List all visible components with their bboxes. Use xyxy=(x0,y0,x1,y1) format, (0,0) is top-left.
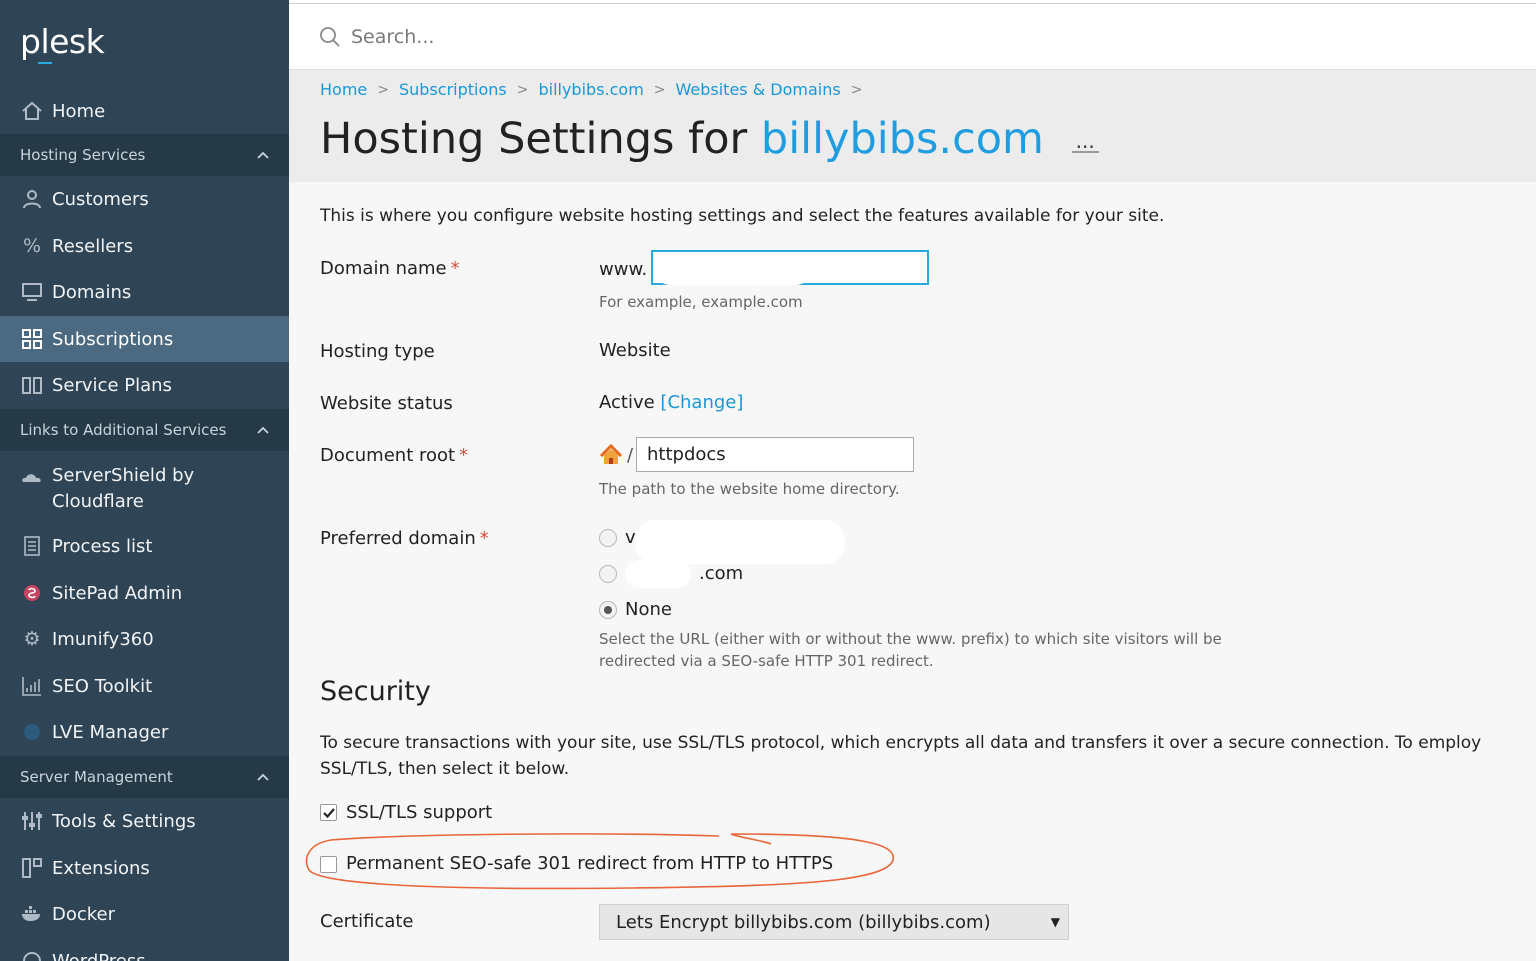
preferred-domain-hint: Select the URL (either with or without t… xyxy=(599,630,1222,670)
sidebar-item-home[interactable]: Home xyxy=(0,88,289,134)
cloud-icon xyxy=(20,465,44,489)
website-status-label: Website status xyxy=(320,393,453,414)
grid-icon xyxy=(20,327,44,351)
plesk-logo[interactable]: plesk xyxy=(20,22,105,61)
user-icon xyxy=(20,187,44,211)
chevron-right-icon: > xyxy=(850,81,863,98)
home-directory-icon xyxy=(599,444,623,464)
checkmark-icon xyxy=(322,807,335,818)
section-additional-services[interactable]: Links to Additional Services xyxy=(0,409,289,451)
chevron-up-icon xyxy=(257,770,269,785)
preferred-domain-radio-www[interactable] xyxy=(599,529,617,547)
preferred-domain-option-nowww: .com xyxy=(699,563,744,584)
ssl-support-label: SSL/TLS support xyxy=(346,802,493,823)
www-prefix: www. xyxy=(599,259,648,280)
top-bar xyxy=(289,4,1536,70)
docker-icon xyxy=(20,902,44,926)
chevron-up-icon xyxy=(257,423,269,438)
search-input[interactable] xyxy=(351,25,751,48)
breadcrumb-domain[interactable]: billybibs.com xyxy=(538,80,643,99)
page-header: Home > Subscriptions > billybibs.com > W… xyxy=(289,70,1536,182)
certificate-label: Certificate xyxy=(320,911,414,932)
preferred-domain-option-none: None xyxy=(625,599,672,620)
list-icon xyxy=(20,534,44,558)
security-description: To secure transactions with your site, u… xyxy=(320,733,1482,779)
website-status-value: Active [Change] xyxy=(599,392,744,413)
document-root-prefix: / xyxy=(599,444,633,466)
breadcrumb: Home > Subscriptions > billybibs.com > W… xyxy=(320,80,872,99)
logo-underline xyxy=(38,62,52,64)
chevron-right-icon: > xyxy=(377,81,389,98)
sidebar-item-tools-settings[interactable]: Tools & Settings xyxy=(0,798,289,844)
sidebar-item-wordpress[interactable]: WordPress xyxy=(0,938,289,961)
page-title: Hosting Settings for billybibs.com ... xyxy=(320,114,1099,164)
sidebar-item-extensions[interactable]: Extensions xyxy=(0,845,289,891)
sidebar-item-imunify360[interactable]: ⚙ Imunify360 xyxy=(0,616,289,662)
sidebar-item-sitepad[interactable]: SitePad Admin xyxy=(0,570,289,616)
redaction-mark xyxy=(635,520,845,564)
sidebar-item-servershield[interactable]: ServerShield by Cloudflare xyxy=(0,455,289,519)
chevron-up-icon xyxy=(257,148,269,163)
sidebar-item-seo-toolkit[interactable]: SEO Toolkit xyxy=(0,663,289,709)
sidebar-item-customers[interactable]: Customers xyxy=(0,176,289,222)
preferred-domain-radio-nowww[interactable] xyxy=(599,565,617,583)
sidebar-item-domains[interactable]: Domains xyxy=(0,269,289,315)
dropdown-arrow-icon: ▼ xyxy=(1050,915,1060,929)
security-heading: Security xyxy=(320,676,431,707)
breadcrumb-home[interactable]: Home xyxy=(320,80,367,99)
ssl-support-checkbox[interactable] xyxy=(320,804,337,821)
home-icon xyxy=(20,99,44,123)
document-root-input[interactable] xyxy=(636,437,914,472)
chevron-right-icon: > xyxy=(516,81,529,98)
hosting-type-label: Hosting type xyxy=(320,341,435,362)
redaction-mark xyxy=(655,255,811,285)
search-icon xyxy=(320,26,340,47)
extensions-icon xyxy=(20,856,44,880)
sidebar-item-service-plans[interactable]: Service Plans xyxy=(0,362,289,408)
redirect-301-label: Permanent SEO-safe 301 redirect from HTT… xyxy=(346,853,834,874)
section-server-management[interactable]: Server Management xyxy=(0,756,289,798)
gear-icon: ⚙ xyxy=(23,628,41,650)
preferred-domain-label: Preferred domain * xyxy=(320,528,489,549)
more-options-button[interactable]: ... xyxy=(1071,131,1099,153)
chevron-right-icon: > xyxy=(653,81,666,98)
domain-name-hint: For example, example.com xyxy=(599,293,803,311)
sidebar-item-resellers[interactable]: % Resellers xyxy=(0,223,289,269)
hosting-type-value: Website xyxy=(599,340,671,361)
sliders-icon xyxy=(20,809,44,833)
monitor-icon xyxy=(20,280,44,304)
redaction-mark xyxy=(625,560,691,588)
breadcrumb-subscriptions[interactable]: Subscriptions xyxy=(399,80,507,99)
change-status-link[interactable]: [Change] xyxy=(660,392,743,413)
intro-text: This is where you configure website host… xyxy=(320,206,1165,226)
sidebar-item-process-list[interactable]: Process list xyxy=(0,523,289,569)
hosting-settings-form: This is where you configure website host… xyxy=(289,182,1536,961)
preferred-domain-radio-none[interactable] xyxy=(599,601,617,619)
breadcrumb-websites-domains[interactable]: Websites & Domains xyxy=(676,80,841,99)
percent-icon: % xyxy=(22,235,42,257)
document-root-label: Document root * xyxy=(320,445,469,466)
lve-icon xyxy=(20,720,44,744)
sidebar-item-subscriptions[interactable]: Subscriptions xyxy=(0,316,289,362)
book-icon xyxy=(20,373,44,397)
sitepad-icon xyxy=(20,581,44,605)
sidebar-item-docker[interactable]: Docker xyxy=(0,891,289,937)
document-root-hint: The path to the website home directory. xyxy=(599,480,900,498)
sidebar-item-lve-manager[interactable]: LVE Manager xyxy=(0,709,289,755)
certificate-select[interactable]: Lets Encrypt billybibs.com (billybibs.co… xyxy=(599,904,1069,940)
section-hosting-services[interactable]: Hosting Services xyxy=(0,134,289,176)
domain-name-label: Domain name * xyxy=(320,258,460,279)
sidebar: plesk Home Hosting Services Customers % … xyxy=(0,0,289,961)
page-title-domain[interactable]: billybibs.com xyxy=(761,114,1044,164)
redirect-301-checkbox[interactable] xyxy=(320,856,337,873)
chart-icon xyxy=(20,674,44,698)
wordpress-icon xyxy=(20,949,44,961)
sidebar-item-label: Home xyxy=(52,100,106,122)
